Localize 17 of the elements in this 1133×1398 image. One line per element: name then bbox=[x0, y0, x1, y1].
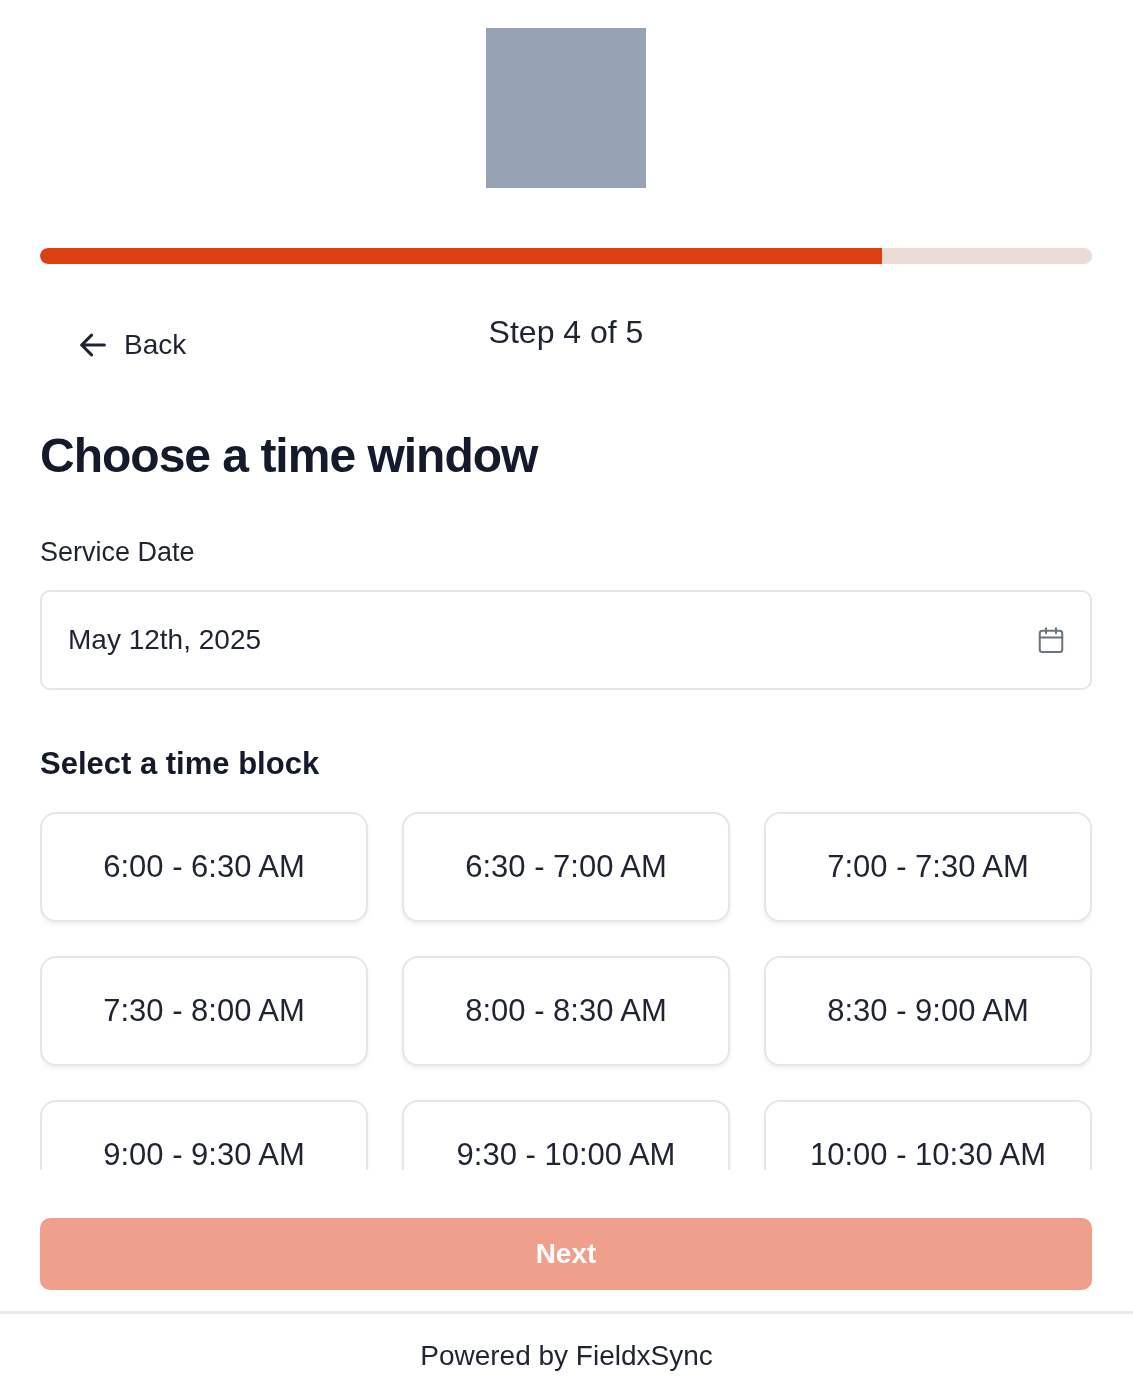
date-field[interactable]: May 12th, 2025 bbox=[40, 590, 1092, 690]
page-title: Choose a time window bbox=[40, 428, 540, 483]
time-slot[interactable]: 7:30 - 8:00 AM bbox=[40, 956, 368, 1066]
back-button[interactable]: Back bbox=[76, 328, 187, 362]
step-indicator: Step 4 of 5 bbox=[488, 314, 644, 351]
time-slot[interactable]: 9:30 - 10:00 AM bbox=[402, 1100, 730, 1170]
footer-text: Powered by FieldxSync bbox=[420, 1340, 713, 1372]
field-label: Service Date bbox=[40, 537, 196, 568]
time-slot[interactable]: 10:00 - 10:30 AM bbox=[764, 1100, 1092, 1170]
time-slot[interactable]: 8:30 - 9:00 AM bbox=[764, 956, 1092, 1066]
time-slot[interactable]: 8:00 - 8:30 AM bbox=[402, 956, 730, 1066]
time-slot[interactable]: 9:00 - 9:30 AM bbox=[40, 1100, 368, 1170]
section-heading: Select a time block bbox=[40, 746, 321, 782]
time-slot[interactable]: 6:00 - 6:30 AM bbox=[40, 812, 368, 922]
calendar-icon[interactable] bbox=[1036, 625, 1066, 655]
time-slot[interactable]: 7:00 - 7:30 AM bbox=[764, 812, 1092, 922]
time-slot[interactable]: 6:30 - 7:00 AM bbox=[402, 812, 730, 922]
